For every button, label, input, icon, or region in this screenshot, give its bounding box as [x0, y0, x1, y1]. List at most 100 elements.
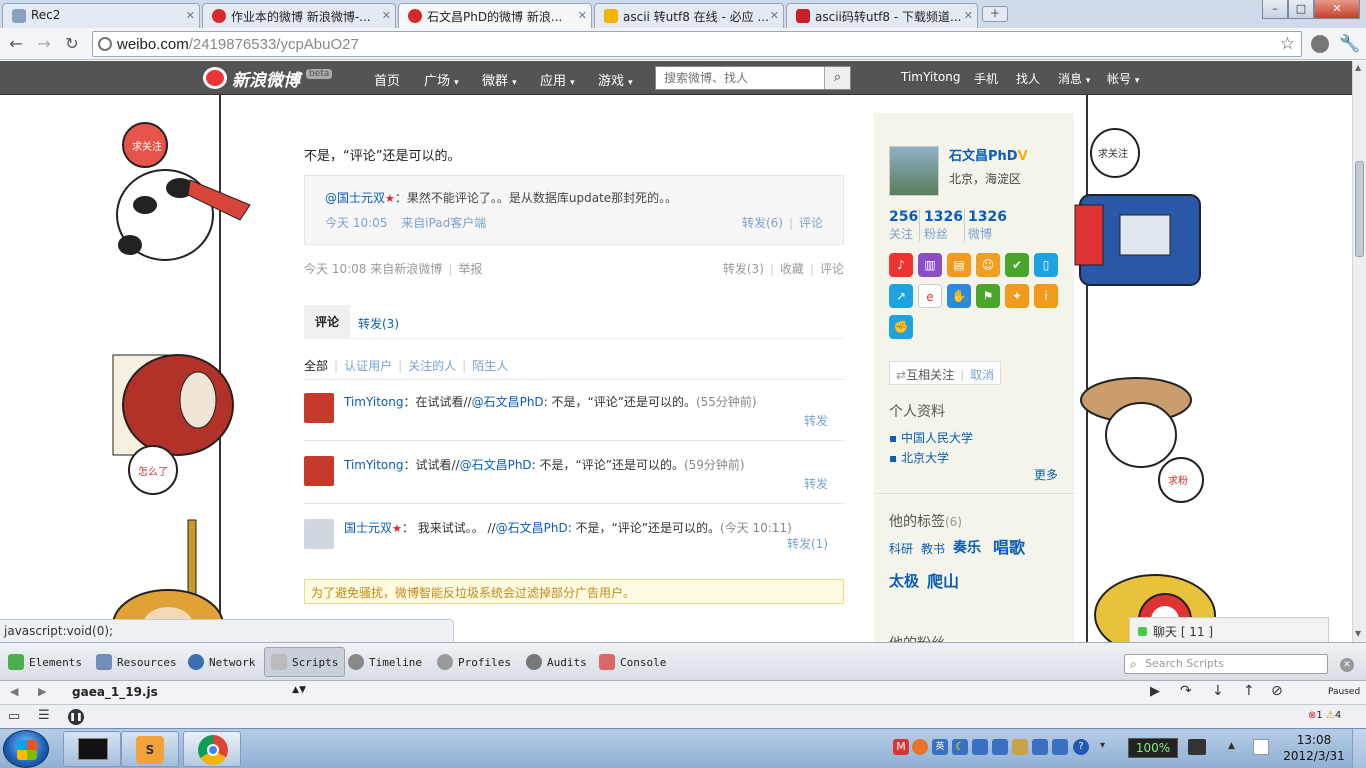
nav-find-people[interactable]: 找人 [1016, 70, 1040, 87]
comment-user[interactable]: TimYitong [344, 458, 404, 472]
back-icon[interactable]: ◀ [10, 685, 18, 698]
forward-icon[interactable]: → [32, 32, 56, 56]
chart-icon[interactable]: ▥ [918, 253, 942, 277]
comment-mention[interactable]: @石文昌PhD [496, 521, 568, 535]
new-tab-button[interactable]: + [982, 6, 1008, 22]
comment-link[interactable]: 评论 [820, 262, 844, 276]
hand-icon[interactable]: ✋ [947, 284, 971, 308]
step-over-icon[interactable]: ↷ [1180, 683, 1192, 699]
step-out-icon[interactable]: ↑ [1243, 683, 1255, 699]
comment-mention[interactable]: @石文昌PhD [460, 458, 532, 472]
tag-link[interactable]: 科研 [889, 540, 913, 557]
comment-repost-link[interactable]: 转发(1) [787, 535, 828, 552]
extension-icon[interactable] [1311, 35, 1329, 53]
avatar[interactable] [304, 393, 334, 423]
tray-icon[interactable] [1052, 739, 1068, 755]
reload-icon[interactable]: ↻ [60, 32, 84, 56]
filter-all[interactable]: 全部 [304, 359, 328, 373]
browser-tab[interactable]: ascii 转utf8 在线 - 必应 ... ✕ [594, 3, 784, 28]
id-card-icon[interactable]: ▤ [947, 253, 971, 277]
nav-games[interactable]: 游戏 ▾ [598, 70, 633, 89]
smile-icon[interactable]: ☺ [976, 253, 1000, 277]
start-button[interactable] [3, 730, 49, 768]
vertical-scrollbar[interactable]: ▲ ▼ [1352, 61, 1366, 642]
thumb-icon[interactable]: ✔ [1005, 253, 1029, 277]
favorite-link[interactable]: 收藏 [780, 262, 804, 276]
close-icon[interactable]: ✕ [964, 9, 973, 22]
filter-strangers[interactable]: 陌生人 [472, 359, 508, 373]
input-method-icon[interactable]: 英 [932, 739, 948, 755]
quoted-comment-link[interactable]: 评论 [799, 216, 823, 230]
wrench-icon[interactable]: 🔧 [1339, 34, 1360, 54]
nav-square[interactable]: 广场 ▾ [424, 70, 459, 89]
avatar[interactable] [304, 519, 334, 549]
tray-icon[interactable] [1032, 739, 1048, 755]
deactivate-breakpoints-icon[interactable]: ⊘ [1271, 683, 1283, 699]
maximize-button[interactable]: □ [1288, 0, 1314, 19]
script-file-select[interactable]: gaea_1_19.js ▲▼ [62, 683, 312, 703]
post-time[interactable]: 今天 10:08 来自 [304, 262, 394, 276]
address-bar[interactable]: weibo.com/2419876533/ycpAbuO27 ☆ [92, 31, 1302, 57]
panel-resources[interactable]: Resources [96, 654, 177, 670]
window-close-button[interactable]: ✕ [1314, 0, 1360, 19]
ie-icon[interactable]: e [918, 284, 942, 308]
keyboard-icon[interactable] [992, 739, 1008, 755]
comment-mention[interactable]: @石文昌PhD [472, 395, 544, 409]
comment-repost-link[interactable]: 转发 [804, 475, 828, 492]
tray-icon[interactable] [912, 739, 928, 755]
tag-link[interactable]: 爬山 [927, 568, 959, 592]
report-link[interactable]: 举报 [458, 262, 482, 276]
fist-icon[interactable]: ✊ [889, 315, 913, 339]
school-item[interactable]: ▪ 中国人民大学 [889, 429, 973, 446]
close-icon[interactable]: ✕ [578, 9, 587, 22]
help-icon[interactable]: ? [1073, 739, 1089, 755]
panel-network[interactable]: Network [188, 654, 255, 670]
nav-mobile[interactable]: 手机 [974, 70, 998, 87]
stat-followers[interactable]: 1326 粉丝 [924, 209, 963, 242]
browser-tab-active[interactable]: 石文昌PhD的微博 新浪... ✕ [398, 3, 592, 29]
stat-following[interactable]: 256 关注 [889, 209, 918, 242]
bookmark-star-icon[interactable]: ☆ [1280, 34, 1295, 54]
resume-icon[interactable]: ▶ [1150, 684, 1160, 699]
panel-elements[interactable]: Elements [8, 654, 82, 670]
step-into-icon[interactable]: ↓ [1212, 683, 1224, 699]
tray-expand-icon[interactable]: ▾ [1100, 740, 1105, 751]
nav-apps[interactable]: 应用 ▾ [540, 70, 575, 89]
quoted-time[interactable]: 今天 10:05 [325, 216, 387, 230]
tag-link[interactable]: 唱歌 [993, 534, 1025, 558]
dock-icon[interactable]: ▭ [8, 709, 20, 724]
stat-posts[interactable]: 1326 微博 [968, 209, 1007, 242]
nav-account[interactable]: 帐号 ▾ [1107, 70, 1139, 87]
tag-link[interactable]: 教书 [921, 540, 945, 557]
repost-link[interactable]: 转发(3) [723, 262, 764, 276]
clock[interactable]: 13:08 2012/3/31 [1282, 732, 1346, 764]
moon-icon[interactable]: ☾ [952, 739, 968, 755]
microphone-icon[interactable]: ♪ [889, 253, 913, 277]
close-icon[interactable]: ✕ [382, 9, 391, 22]
school-item[interactable]: ▪ 北京大学 [889, 449, 949, 466]
tray-icon[interactable] [972, 739, 988, 755]
badge-icon[interactable]: ✦ [1005, 284, 1029, 308]
tray-icon[interactable] [1012, 739, 1028, 755]
panel-profiles[interactable]: Profiles [437, 654, 511, 670]
panel-timeline[interactable]: Timeline [348, 654, 422, 670]
unfollow-link[interactable]: 取消 [970, 368, 994, 382]
close-devtools-icon[interactable]: ✕ [1340, 658, 1354, 672]
phone-icon[interactable]: ▯ [1034, 253, 1058, 277]
forward-icon[interactable]: ▶ [38, 685, 46, 698]
battery-meter[interactable]: 100% [1128, 738, 1178, 758]
nav-home[interactable]: 首页 [374, 70, 400, 89]
chat-bar[interactable]: 聊天 [ 11 ] [1129, 617, 1329, 642]
show-hidden-icons[interactable]: ▲ [1228, 741, 1235, 751]
quoted-repost-link[interactable]: 转发(6) [742, 216, 783, 230]
quoted-author-link[interactable]: @国士元双 [325, 191, 385, 205]
show-desktop-button[interactable] [1352, 729, 1366, 768]
quoted-source[interactable]: 来自iPad客户端 [401, 216, 486, 230]
back-icon[interactable]: ← [4, 32, 28, 56]
nav-username[interactable]: TimYitong [901, 70, 961, 84]
pause-exceptions-icon[interactable]: ❚❚ [68, 709, 84, 725]
taskbar-app-chrome[interactable] [183, 731, 241, 767]
post-source[interactable]: 新浪微博 [394, 262, 442, 276]
taskbar-app-console[interactable] [63, 731, 121, 767]
close-icon[interactable]: ✕ [770, 9, 779, 22]
